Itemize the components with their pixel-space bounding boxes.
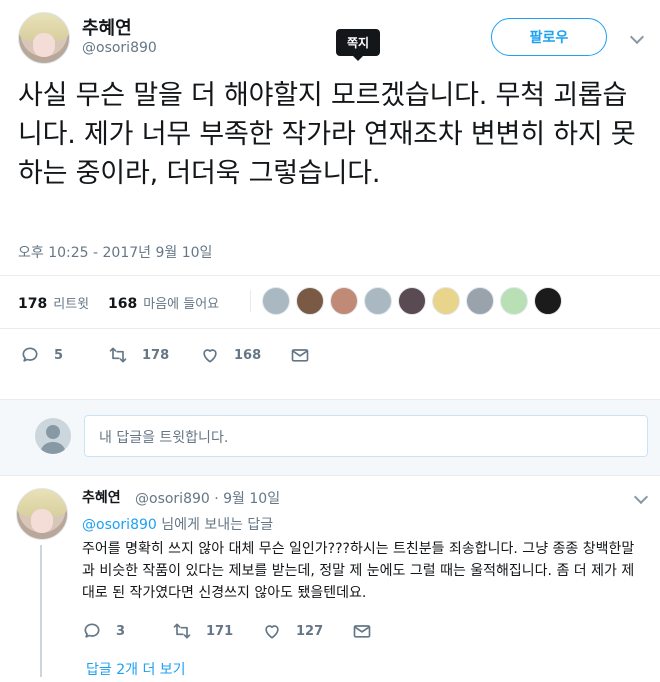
liker-avatar[interactable] (432, 287, 460, 315)
retweet-stat-label: 리트윗 (53, 297, 90, 312)
author-avatar[interactable] (18, 12, 70, 64)
reply-like-count: 127 (296, 623, 324, 639)
author-name[interactable]: 추혜연 (82, 14, 132, 40)
show-more-replies-link[interactable]: 답글 2개 더 보기 (86, 659, 186, 679)
reply-retweet-action[interactable]: 171 (172, 621, 233, 641)
likes-stat[interactable]: 168 마음에 들어요 (108, 293, 219, 312)
envelope-icon (291, 349, 309, 362)
retweet-stat-count: 178 (18, 296, 48, 312)
liker-avatar[interactable] (500, 287, 528, 315)
reply-message-action[interactable] (352, 621, 372, 641)
reply-retweet-count: 171 (206, 623, 234, 639)
retweet-icon (109, 347, 127, 363)
liker-avatars (262, 287, 562, 315)
liker-avatar[interactable] (398, 287, 426, 315)
likes-stat-label: 마음에 들어요 (143, 297, 220, 312)
envelope-icon (353, 625, 371, 638)
retweet-stat[interactable]: 178 리트윗 (18, 293, 89, 312)
heart-icon (265, 625, 279, 639)
replying-to: @osori890 님에게 보내는 답글 (82, 514, 273, 534)
tweet-timestamp[interactable]: 오후 10:25 - 2017년 9월 10일 (18, 242, 212, 262)
reply-author-name[interactable]: 추혜연 (82, 487, 121, 507)
divider (0, 275, 660, 276)
reply-author-avatar[interactable] (16, 488, 68, 540)
like-action[interactable]: 168 (200, 345, 261, 365)
divider (0, 328, 660, 329)
likes-stat-count: 168 (108, 296, 138, 312)
liker-avatar[interactable] (466, 287, 494, 315)
reply-icon (22, 347, 38, 362)
follow-button[interactable]: 팔로우 (491, 18, 607, 56)
my-avatar (35, 418, 71, 454)
message-action[interactable] (290, 345, 310, 365)
replying-to-handle[interactable]: @osori890 (82, 517, 157, 533)
reply-like-action[interactable]: 127 (262, 621, 323, 641)
liker-avatar[interactable] (364, 287, 392, 315)
message-tooltip: 쪽지 (336, 29, 381, 61)
reply-input[interactable]: 내 답글을 트윗합니다. (84, 415, 648, 457)
liker-avatar[interactable] (330, 287, 358, 315)
reply-reply-action[interactable]: 3 (82, 621, 125, 641)
tweet-text: 사실 무슨 말을 더 해야할지 모르겠습니다. 무척 괴롭습니다. 제가 너무 … (18, 80, 636, 189)
reply-reply-count: 3 (116, 623, 126, 639)
replying-to-suffix: 님에게 보내는 답글 (156, 517, 274, 533)
reply-action[interactable]: 5 (20, 345, 63, 365)
retweet-action[interactable]: 178 (108, 345, 169, 365)
chevron-down-icon[interactable] (633, 489, 649, 505)
liker-avatar[interactable] (534, 287, 562, 315)
author-handle[interactable]: @osori890 (82, 40, 157, 56)
reply-text: 주어를 명확히 쓰지 않아 대체 무슨 일인가???하시는 트친분들 죄송합니다… (82, 541, 635, 601)
thread-line (40, 545, 42, 677)
retweet-icon (173, 623, 191, 639)
heart-icon (203, 349, 217, 363)
retweet-count: 178 (142, 347, 170, 363)
reply-icon (84, 623, 100, 638)
like-count: 168 (234, 347, 262, 363)
liker-avatar[interactable] (262, 287, 290, 315)
reply-meta[interactable]: @osori890 · 9월 10일 (135, 488, 280, 508)
liker-avatar[interactable] (296, 287, 324, 315)
stat-divider (250, 290, 251, 312)
chevron-down-icon[interactable] (629, 29, 645, 45)
reply-count: 5 (54, 347, 64, 363)
